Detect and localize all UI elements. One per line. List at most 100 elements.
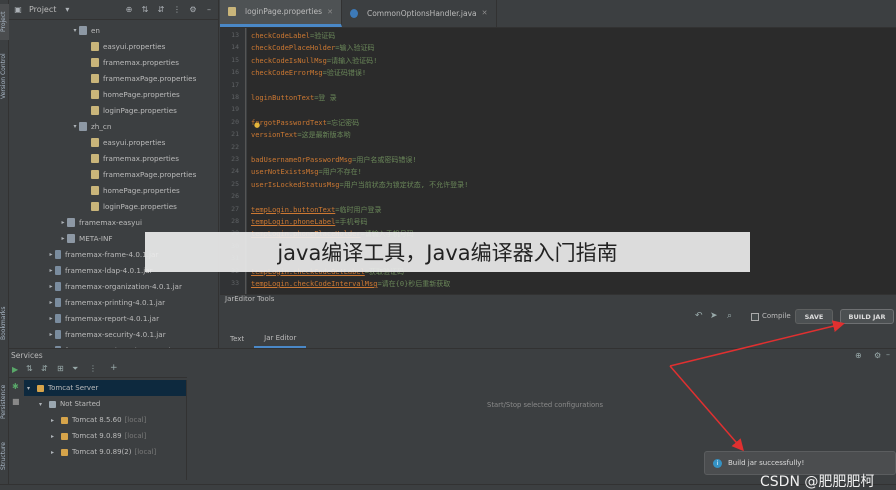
expand-all-icon[interactable]: ⇅ [140, 5, 150, 15]
tree-item-label: easyui.properties [103, 137, 166, 147]
filter-icon[interactable]: ⏷ [72, 364, 78, 374]
chevron-right-icon[interactable]: ▸ [47, 267, 55, 274]
gear-icon[interactable]: ⚙ [188, 5, 198, 15]
collapse-all-icon[interactable]: ⇵ [41, 364, 48, 373]
tab-commonoptionshandler-java[interactable]: CommonOptionsHandler.java ✕ [342, 0, 497, 27]
lightbulb-icon[interactable]: ● [254, 121, 260, 129]
tree-item[interactable]: ▸ framemax-organization-4.0.1.jar [9, 278, 218, 294]
line-number: 26 [231, 192, 239, 201]
code-line[interactable]: checkCodeIsNullMsg=请输入验证码! [251, 56, 377, 66]
tree-item[interactable]: homePage.properties [9, 86, 218, 102]
code-line[interactable]: userNotExistsMsg=用户不存在! [251, 167, 362, 177]
tree-item[interactable]: loginPage.properties [9, 102, 218, 118]
undo-icon[interactable]: ↶ [695, 311, 703, 321]
code-line[interactable]: checkCodePlaceHolder=输入验证码 [251, 43, 375, 53]
tab-jar-editor[interactable]: Jar Editor [254, 330, 307, 348]
tree-item[interactable]: ▸ framemax-report-4.0.1.jar [9, 310, 218, 326]
code-line[interactable]: checkCodeLabel=验证码 [251, 31, 335, 41]
hide-panel-icon[interactable]: – [204, 5, 214, 15]
chevron-right-icon[interactable]: ▸ [47, 331, 55, 338]
hide-panel-icon[interactable]: – [886, 350, 890, 359]
tab-loginpage-properties[interactable]: loginPage.properties ✕ [220, 0, 342, 27]
persistence-tool-tab[interactable]: Persistence [0, 380, 9, 424]
tree-item[interactable]: framemaxPage.properties [9, 166, 218, 182]
collapse-all-icon[interactable]: ⇵ [156, 5, 166, 15]
tree-item-label: framemax-printing-4.0.1.jar [65, 297, 166, 307]
project-panel-title[interactable]: Project [29, 5, 56, 14]
code-line[interactable]: userIsLockedStatusMsg=用户当前状态为锁定状态, 不允许登录… [251, 180, 468, 190]
chevron-right-icon[interactable]: ▸ [47, 251, 55, 258]
code-line[interactable]: badUsernameOrPasswordMsg=用户名或密码错误! [251, 155, 417, 165]
structure-tool-tab[interactable]: Structure [0, 436, 9, 476]
tree-item[interactable]: framemax.properties [9, 54, 218, 70]
close-icon[interactable]: ✕ [482, 9, 488, 17]
tree-item[interactable]: ▸ framemax-security-4.0.1.jar [9, 326, 218, 342]
locate-icon[interactable]: ⊕ [124, 5, 134, 15]
compile-checkbox[interactable] [751, 313, 759, 321]
more-options-icon[interactable]: ⋮ [172, 5, 182, 15]
line-number: 20 [231, 117, 239, 126]
chevron-down-icon[interactable]: ▾ [71, 27, 79, 34]
chevron-down-icon[interactable]: ▾ [71, 123, 79, 130]
code-line[interactable]: loginButtonText=登 录 [251, 93, 337, 103]
version-control-tool-tab[interactable]: Version Control [0, 48, 9, 104]
stop-icon[interactable]: ■ [12, 397, 20, 406]
bookmarks-tool-tab[interactable]: Bookmarks [0, 300, 9, 346]
chevron-right-icon[interactable]: ▸ [47, 299, 55, 306]
run-icon[interactable]: ▶ [12, 365, 18, 374]
send-icon[interactable]: ➤ [710, 311, 718, 321]
tree-item[interactable]: loginPage.properties [9, 198, 218, 214]
chevron-right-icon[interactable]: ▸ [59, 235, 67, 242]
add-icon[interactable]: + [110, 363, 118, 373]
save-button[interactable]: SAVE [795, 309, 833, 324]
line-number: 22 [231, 142, 239, 151]
service-label: Tomcat 9.0.89 [72, 432, 122, 440]
title-banner: java编译工具，Java编译器入门指南 [145, 232, 750, 272]
tree-item[interactable]: ▾ zh_cn [9, 118, 218, 134]
tree-item[interactable]: easyui.properties [9, 134, 218, 150]
service-item[interactable]: ▸ Tomcat 8.5.60 [local] [24, 412, 186, 428]
tab-text[interactable]: Text [220, 330, 254, 348]
chevron-right-icon[interactable]: ▸ [47, 315, 55, 322]
gear-icon[interactable]: ⚙ [874, 351, 881, 360]
more-options-icon[interactable]: ⋮ [89, 364, 97, 373]
code-line[interactable]: tempLogin.buttonText=临时用户登录 [251, 205, 382, 215]
search-icon[interactable]: ⌕ [727, 311, 732, 321]
close-icon[interactable]: ✕ [327, 8, 333, 16]
chevron-right-icon[interactable]: ▸ [59, 219, 67, 226]
tree-item[interactable]: ▸ framemax-easyui [9, 214, 218, 230]
tree-item[interactable]: easyui.properties [9, 38, 218, 54]
tree-item[interactable]: framemaxPage.properties [9, 70, 218, 86]
code-line[interactable]: forgotPasswordText=忘记密码 [251, 118, 359, 128]
globe-icon[interactable]: ⊕ [855, 351, 862, 360]
code-line[interactable]: tempLogin.phoneLabel=手机号码 [251, 217, 368, 227]
property-key: tempLogin.checkCodeIntervalMsg [251, 280, 378, 288]
tree-item[interactable]: framemax.properties [9, 150, 218, 166]
tree-item[interactable]: ▾ en [9, 22, 218, 38]
service-item[interactable]: ▸ Tomcat 9.0.89(2) [local] [24, 444, 186, 460]
service-item[interactable]: ▾ Not Started [24, 396, 186, 412]
chevron-down-icon[interactable]: ▾ [62, 5, 72, 15]
code-line[interactable]: versionText=这是最新版本哟 [251, 130, 351, 140]
tree-item[interactable]: homePage.properties [9, 182, 218, 198]
line-number: 18 [231, 93, 239, 101]
project-tool-tab[interactable]: Project [0, 4, 9, 40]
jar-icon [55, 313, 61, 323]
build-jar-button[interactable]: BUILD JAR [840, 309, 894, 324]
service-item[interactable]: ▾ Tomcat Server [24, 380, 186, 396]
chevron-down-icon[interactable]: ▾ [39, 401, 49, 408]
tree-item-label: META-INF [79, 233, 113, 243]
expand-all-icon[interactable]: ⇅ [26, 364, 33, 373]
chevron-right-icon[interactable]: ▸ [51, 449, 61, 456]
service-item[interactable]: ▸ Tomcat 9.0.89 [local] [24, 428, 186, 444]
chevron-right-icon[interactable]: ▸ [51, 417, 61, 424]
chevron-right-icon[interactable]: ▸ [47, 283, 55, 290]
tree-item[interactable]: ▸ framemax-printing-4.0.1.jar [9, 294, 218, 310]
code-line[interactable]: checkCodeErrorMsg=验证码错误! [251, 68, 366, 78]
code-line[interactable]: tempLogin.checkCodeIntervalMsg=请在{0}秒后重新… [251, 279, 450, 289]
tool-window-strip: Project Version Control Bookmarks Persis… [0, 0, 9, 490]
debug-icon[interactable]: ✱ [12, 382, 19, 391]
chevron-right-icon[interactable]: ▸ [51, 433, 61, 440]
chevron-down-icon[interactable]: ▾ [27, 385, 37, 392]
group-icon[interactable]: ⊞ [57, 364, 64, 373]
